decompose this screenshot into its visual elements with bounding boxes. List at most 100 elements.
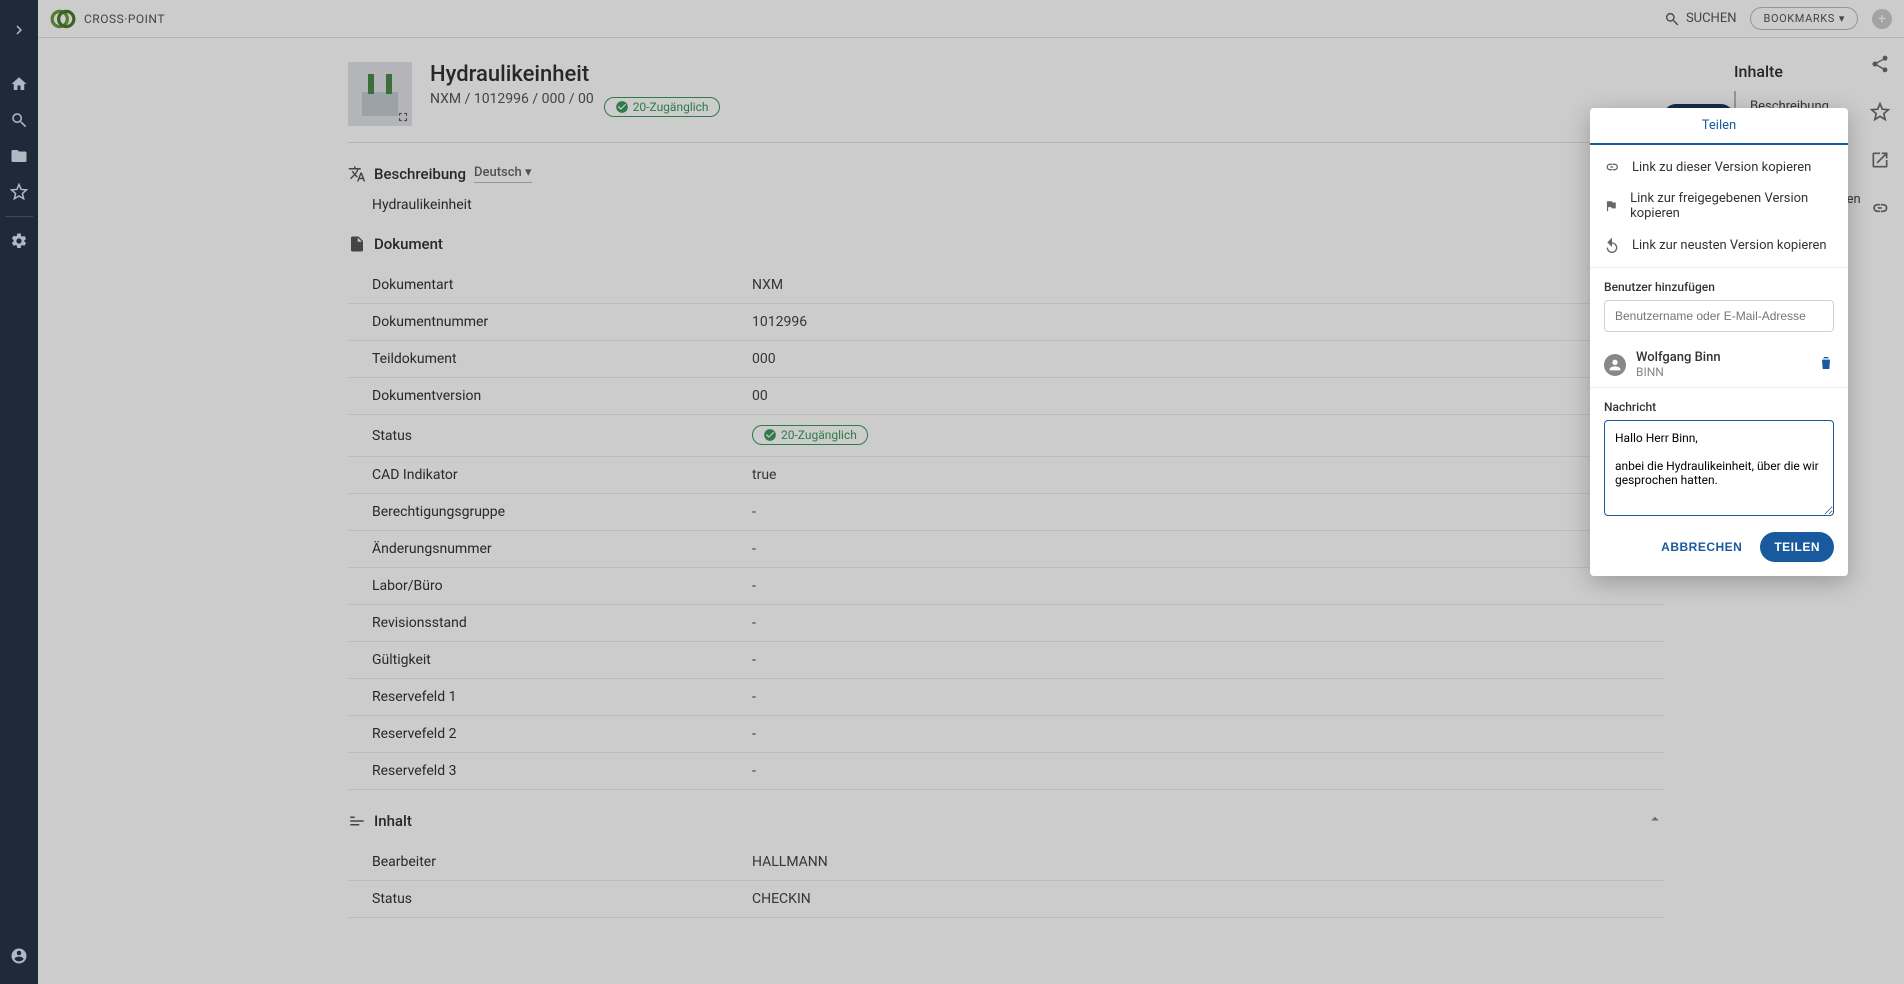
table-row: Dokumentnummer1012996 [348,304,1664,341]
user-full-name: Wolfgang Binn [1636,350,1808,365]
share-popover: Teilen Link zu dieser Version kopieren L… [1590,108,1848,576]
bookmarks-button[interactable]: BOOKMARKS ▾ [1750,7,1858,30]
nav-search[interactable] [0,102,38,138]
expand-thumbnail-icon[interactable] [396,110,410,124]
prop-value: 00 [728,378,1664,415]
left-nav [0,0,38,984]
search-button[interactable]: SUCHEN [1664,11,1737,27]
add-button[interactable]: + [1872,9,1892,29]
translate-icon [348,165,366,183]
inhalt-table: BearbeiterHALLMANNStatusCHECKIN [348,844,1664,918]
prop-value: NXM [728,267,1664,304]
table-row: Labor/Büro- [348,568,1664,605]
beschreibung-value: Hydraulikeinheit [348,197,1664,213]
status-chip: 20-Zugänglich [604,97,720,117]
nav-account[interactable] [0,938,38,974]
prop-key: Dokumentnummer [348,304,728,341]
prop-key: CAD Indikator [348,457,728,494]
prop-key: Teildokument [348,341,728,378]
table-row: Reservefeld 2- [348,716,1664,753]
share-submit-button[interactable]: TEILEN [1760,532,1834,562]
prop-value: HALLMANN [728,844,1664,881]
add-user-input[interactable] [1604,300,1834,332]
collapse-icon[interactable] [1646,810,1664,832]
copy-link-this-version[interactable]: Link zu dieser Version kopieren [1590,151,1848,183]
user-short-name: BINN [1636,365,1808,379]
message-textarea[interactable] [1604,420,1834,516]
favorite-button[interactable] [1870,102,1890,126]
nav-home[interactable] [0,66,38,102]
prop-value: - [728,679,1664,716]
prop-value: CHECKIN [728,881,1664,918]
section-beschreibung: Beschreibung Deutsch ▾ Hydraulikeinheit [348,163,1664,213]
prop-value: 1012996 [728,304,1664,341]
prop-key: Reservefeld 3 [348,753,728,790]
prop-key: Dokumentversion [348,378,728,415]
table-row: Reservefeld 3- [348,753,1664,790]
table-row: Berechtigungsgruppe- [348,494,1664,531]
table-row: DokumentartNXM [348,267,1664,304]
document-icon [348,235,366,253]
remove-user-button[interactable] [1818,355,1834,375]
brand-text: CROSS·POINT [84,12,165,26]
table-row: BearbeiterHALLMANN [348,844,1664,881]
prop-value: - [728,531,1664,568]
section-inhalt: Inhalt BearbeiterHALLMANNStatusCHECKIN [348,810,1664,918]
section-header-inhalt[interactable]: Inhalt [348,810,1664,832]
copy-link-released-version[interactable]: Link zur freigegebenen Version kopieren [1590,183,1848,229]
section-dokument: Dokument DokumentartNXMDokumentnummer101… [348,233,1664,790]
table-row: Status20-Zugänglich [348,415,1664,457]
user-row: Wolfgang Binn BINN [1590,342,1848,388]
prop-value: 20-Zugänglich [728,415,1664,457]
prop-key: Berechtigungsgruppe [348,494,728,531]
nav-settings[interactable] [0,223,38,259]
plus-icon: + [1878,11,1886,27]
avatar-icon [1604,354,1626,376]
share-button[interactable] [1870,54,1890,78]
expand-nav-button[interactable] [0,12,38,48]
table-row: CAD Indikatortrue [348,457,1664,494]
doc-header: Hydraulikeinheit NXM / 1012996 / 000 / 0… [348,62,1664,143]
brand: CROSS·POINT [50,6,165,32]
prop-key: Änderungsnummer [348,531,728,568]
prop-key: Bearbeiter [348,844,728,881]
doc-path: NXM / 1012996 / 000 / 00 [430,91,594,107]
table-row: Dokumentversion00 [348,378,1664,415]
nav-folder[interactable] [0,138,38,174]
prop-value: - [728,642,1664,679]
prop-value: - [728,716,1664,753]
section-title: Beschreibung [374,165,466,183]
nav-favorites[interactable] [0,174,38,210]
doc-title: Hydraulikeinheit [430,62,594,87]
nav-divider [5,216,33,217]
prop-value: 000 [728,341,1664,378]
cancel-button[interactable]: ABBRECHEN [1651,532,1752,562]
brand-logo-icon [50,6,76,32]
doc-thumbnail[interactable] [348,62,412,126]
message-label: Nachricht [1590,388,1848,420]
add-user-label: Benutzer hinzufügen [1590,268,1848,300]
table-row: Reservefeld 1- [348,679,1664,716]
language-selector[interactable]: Deutsch ▾ [474,165,531,183]
prop-value: - [728,605,1664,642]
table-row: Revisionsstand- [348,605,1664,642]
table-row: Gültigkeit- [348,642,1664,679]
chevron-down-icon: ▾ [525,165,532,180]
prop-key: Dokumentart [348,267,728,304]
list-icon [348,812,366,830]
section-header-dokument[interactable]: Dokument [348,233,1664,255]
open-external-button[interactable] [1870,150,1890,174]
prop-key: Revisionsstand [348,605,728,642]
prop-key: Status [348,881,728,918]
section-header-beschreibung[interactable]: Beschreibung Deutsch ▾ [348,163,1664,185]
chevron-down-icon: ▾ [1839,12,1845,25]
table-row: StatusCHECKIN [348,881,1664,918]
copy-link-latest-version[interactable]: Link zur neusten Version kopieren [1590,229,1848,261]
link-button[interactable] [1870,198,1890,222]
prop-key: Labor/Büro [348,568,728,605]
topbar: CROSS·POINT SUCHEN BOOKMARKS ▾ + [38,0,1904,38]
popover-title: Teilen [1590,108,1848,145]
section-title: Inhalt [374,812,412,830]
prop-key: Gültigkeit [348,642,728,679]
prop-value: - [728,753,1664,790]
